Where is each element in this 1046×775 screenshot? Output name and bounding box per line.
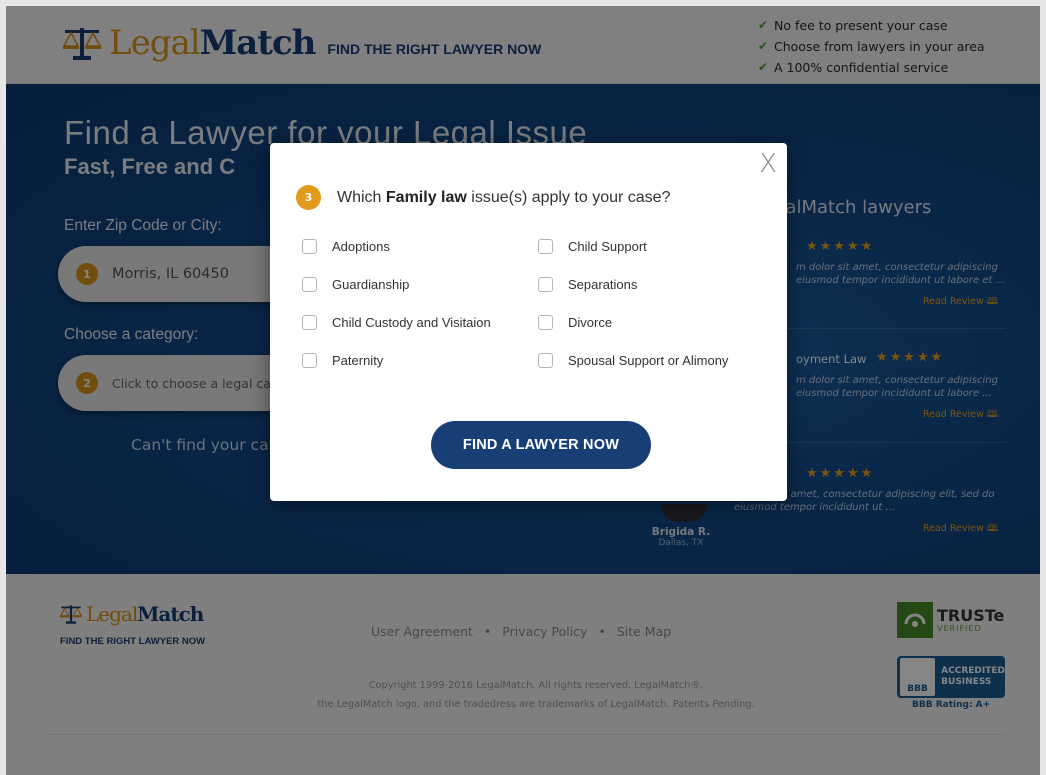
checkbox[interactable]	[538, 239, 553, 254]
option-label: Divorce	[568, 315, 613, 330]
step-3-badge: 3	[296, 185, 321, 210]
option-separations[interactable]: Separations	[538, 277, 637, 292]
option-label: Child Support	[568, 239, 647, 254]
checkbox[interactable]	[302, 315, 317, 330]
question-prefix: Which	[337, 188, 386, 206]
option-label: Spousal Support or Alimony	[568, 353, 729, 368]
option-spousal-support[interactable]: Spousal Support or Alimony	[538, 353, 728, 368]
option-guardianship[interactable]: Guardianship	[302, 277, 409, 292]
question-text: Which Family law issue(s) apply to your …	[337, 189, 670, 207]
browser-viewport: Legal Match FIND THE RIGHT LAWYER NOW ✔ N…	[6, 6, 1040, 775]
close-icon[interactable]: X	[759, 149, 777, 179]
checkbox[interactable]	[538, 277, 553, 292]
find-a-lawyer-button[interactable]: FIND A LAWYER NOW	[431, 421, 651, 469]
option-adoptions[interactable]: Adoptions	[302, 239, 390, 254]
question-category: Family law	[385, 188, 467, 206]
option-paternity[interactable]: Paternity	[302, 353, 383, 368]
option-label: Adoptions	[332, 239, 390, 254]
option-divorce[interactable]: Divorce	[538, 315, 612, 330]
question-row: 3 Which Family law issue(s) apply to you…	[296, 185, 670, 210]
checkbox[interactable]	[302, 239, 317, 254]
option-child-support[interactable]: Child Support	[538, 239, 647, 254]
option-child-custody[interactable]: Child Custody and Visitaion	[302, 315, 491, 330]
option-label: Child Custody and Visitaion	[332, 315, 491, 330]
checkbox[interactable]	[538, 315, 553, 330]
option-label: Guardianship	[332, 277, 410, 292]
page: Legal Match FIND THE RIGHT LAWYER NOW ✔ N…	[0, 0, 1046, 775]
checkbox[interactable]	[538, 353, 553, 368]
family-law-issues-modal: X 3 Which Family law issue(s) apply to y…	[270, 143, 787, 501]
checkbox[interactable]	[302, 277, 317, 292]
question-suffix: issue(s) apply to your case?	[466, 188, 671, 206]
checkbox[interactable]	[302, 353, 317, 368]
option-label: Separations	[568, 277, 638, 292]
option-label: Paternity	[332, 353, 384, 368]
